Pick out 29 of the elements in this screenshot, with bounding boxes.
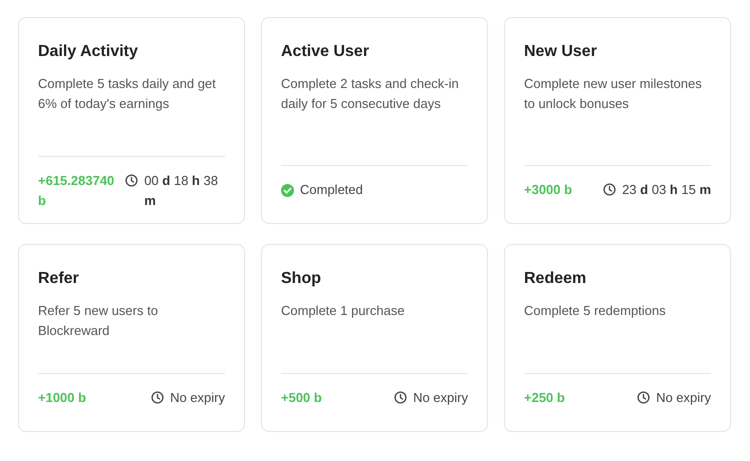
clock-icon	[151, 391, 164, 404]
card-title: Redeem	[524, 269, 588, 289]
card-description: Complete new user milestones to unlock bonuses	[524, 75, 703, 113]
expiry-time: No expiry	[170, 389, 225, 407]
clock-icon	[603, 183, 616, 196]
expiry-time: 00 d 18 h 38 m	[144, 172, 219, 210]
reward-amount: +615.283740 b	[38, 172, 116, 210]
expiry-time: 23 d 03 h 15 m	[622, 181, 711, 199]
reward-amount: +3000 b	[524, 181, 572, 199]
card-description: Complete 2 tasks and check-in daily for 5 consecutive days	[281, 75, 460, 113]
card-title: Shop	[281, 269, 322, 289]
clock-icon	[637, 391, 650, 404]
status-text: Completed	[300, 181, 363, 199]
reward-amount: +1000 b	[38, 389, 86, 407]
expiry-time: No expiry	[413, 389, 468, 407]
reward-amount: +250 b	[524, 389, 565, 407]
card-description: Complete 5 redemptions	[524, 302, 667, 320]
card-title: Daily Activity	[38, 42, 139, 62]
card-description: Refer 5 new users to Blockreward	[38, 302, 159, 340]
clock-icon	[125, 174, 138, 187]
card-description: Complete 5 tasks daily and get 6% of today's earnings	[38, 75, 217, 113]
reward-amount: +500 b	[281, 389, 322, 407]
card-description: Complete 1 purchase	[281, 302, 406, 320]
card-title: New User	[524, 42, 598, 62]
clock-icon	[394, 391, 408, 404]
card-title: Active User	[281, 42, 370, 62]
card-title: Refer	[38, 269, 80, 289]
check-circle-icon	[281, 184, 294, 196]
expiry-time: No expiry	[656, 389, 711, 407]
